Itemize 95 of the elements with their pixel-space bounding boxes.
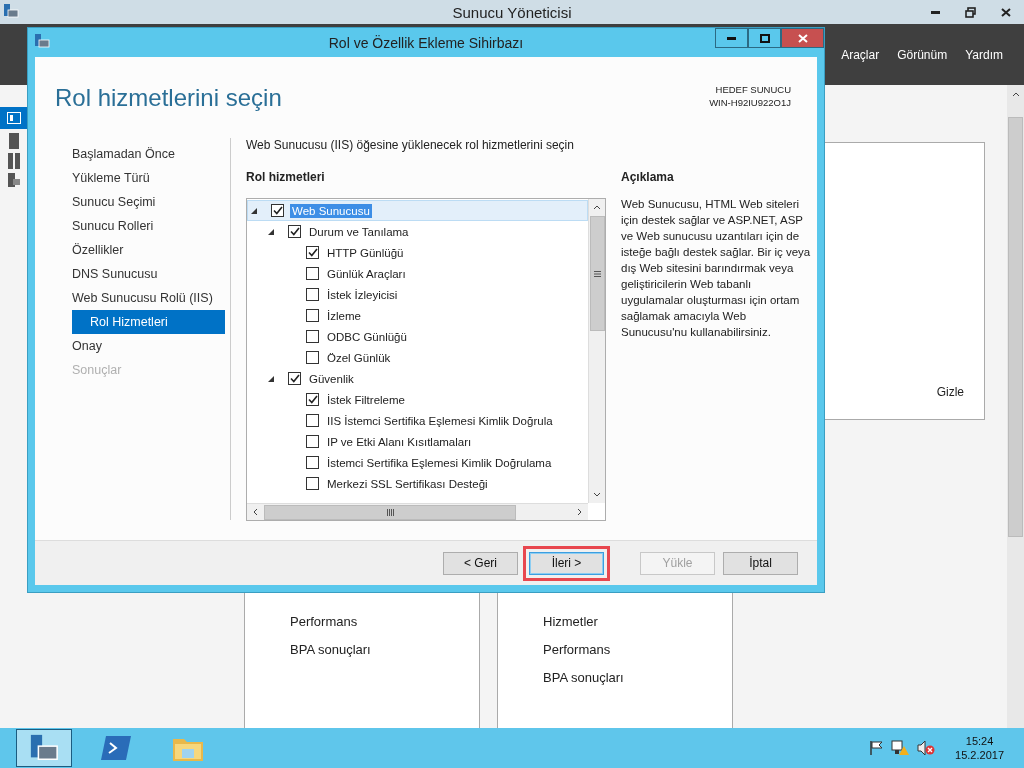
checkbox[interactable] xyxy=(306,414,319,427)
checkbox[interactable] xyxy=(306,309,319,322)
checkbox[interactable] xyxy=(306,351,319,364)
server-manager-icon xyxy=(29,733,59,763)
target-server-name: WIN-H92IU922O1J xyxy=(709,96,791,109)
speaker-muted-icon[interactable] xyxy=(917,740,936,756)
checkbox[interactable] xyxy=(306,246,319,259)
grip-icon xyxy=(593,270,601,277)
server-manager-icon xyxy=(3,2,19,19)
scrollbar[interactable] xyxy=(1007,85,1024,728)
wizard-step[interactable]: Sunucu Seçimi xyxy=(35,190,230,214)
description-text: Web Sunucusu, HTML Web siteleri için destek sağlar ve ASP.NET, ASP ve Web sunucusu uzantıları için de isteğe bağlı destek sağlar. Bir iç veya dış Web sitesini barındırmak veya geliştiricilerin Web tabanlı uygulamalar oluşturması için ortam sağlamak amacıyla Web Sunucusu'nu kullanabilirsiniz. xyxy=(621,197,811,340)
minimize-button[interactable] xyxy=(715,28,748,48)
tile-link[interactable]: BPA sonuçları xyxy=(290,636,479,664)
tree-item-label[interactable]: IP ve Etki Alanı Kısıtlamaları xyxy=(325,434,474,449)
window-title: Sunucu Yöneticisi xyxy=(452,3,572,21)
tree-item-label[interactable]: Günlük Araçları xyxy=(325,266,408,281)
wizard-step[interactable]: Onay xyxy=(35,334,230,358)
clock-date: 15.2.2017 xyxy=(955,748,1004,762)
wizard-step[interactable]: Özellikler xyxy=(35,238,230,262)
wizard-step[interactable]: Başlamadan Önce xyxy=(35,142,230,166)
wizard-step[interactable]: DNS Sunucusu xyxy=(35,262,230,286)
vertical-scrollbar[interactable] xyxy=(588,199,605,503)
sidebar-item[interactable] xyxy=(0,107,27,129)
tile-link[interactable]: BPA sonuçları xyxy=(543,664,732,692)
checkbox[interactable] xyxy=(306,288,319,301)
horizontal-scrollbar[interactable] xyxy=(247,503,588,520)
tree-item-label[interactable]: IIS İstemci Sertifika Eşlemesi Kimlik Doğrula xyxy=(325,413,555,428)
expander-icon[interactable] xyxy=(267,227,275,236)
flag-icon[interactable] xyxy=(869,740,884,756)
close-button[interactable] xyxy=(781,28,824,48)
scroll-up-icon[interactable] xyxy=(593,205,601,210)
wizard-icon xyxy=(34,33,50,49)
server-role-icon[interactable] xyxy=(7,173,20,187)
checkbox[interactable] xyxy=(306,477,319,490)
scroll-up-icon[interactable] xyxy=(1011,92,1020,97)
scroll-down-icon[interactable] xyxy=(593,492,601,497)
tile-link[interactable]: Performans xyxy=(543,636,732,664)
checkbox[interactable] xyxy=(306,393,319,406)
minimize-icon xyxy=(931,10,940,14)
description-heading: Açıklama xyxy=(621,170,675,184)
servers-icon[interactable] xyxy=(7,153,20,169)
menu-item[interactable]: Yardım xyxy=(956,47,1012,62)
tree-item-label[interactable]: Merkezi SSL Sertifikası Desteği xyxy=(325,476,490,491)
checkbox[interactable] xyxy=(306,435,319,448)
tree-item-label[interactable]: ODBC Günlüğü xyxy=(325,329,409,344)
taskbar-button[interactable] xyxy=(16,729,72,767)
scroll-left-icon[interactable] xyxy=(253,508,258,516)
tree-item-label[interactable]: Güvenlik xyxy=(307,371,356,386)
checkbox[interactable] xyxy=(306,456,319,469)
grip-icon xyxy=(386,508,394,516)
checkbox[interactable] xyxy=(306,267,319,280)
maximize-icon xyxy=(759,33,770,43)
tree-item-label[interactable]: HTTP Günlüğü xyxy=(325,245,406,260)
restore-icon xyxy=(965,6,976,18)
network-warning-icon[interactable] xyxy=(891,740,910,756)
maximize-button[interactable] xyxy=(748,28,781,48)
wizard-button[interactable]: < Geri xyxy=(443,551,518,575)
page-heading: Rol hizmetlerini seçin xyxy=(55,84,282,113)
close-icon xyxy=(797,33,808,43)
tree-item-label[interactable]: Özel Günlük xyxy=(325,350,393,365)
instruction-text: Web Sunucusu (IIS) öğesine yüklenecek rol hizmetlerini seçin xyxy=(246,138,575,152)
wizard-title: Rol ve Özellik Ekleme Sihirbazı xyxy=(328,34,524,51)
server-icon[interactable] xyxy=(8,133,19,149)
checkbox[interactable] xyxy=(271,204,284,217)
checkbox[interactable] xyxy=(306,330,319,343)
hide-link[interactable]: Gizle xyxy=(936,385,964,399)
close-icon xyxy=(1000,7,1011,17)
minimize-icon xyxy=(727,36,736,40)
expander-icon[interactable] xyxy=(267,374,275,383)
checkbox[interactable] xyxy=(288,372,301,385)
wizard-button[interactable]: İptal xyxy=(723,551,798,575)
tile-link[interactable]: Hizmetler xyxy=(543,608,732,636)
tree-item-label[interactable]: İstek Filtreleme xyxy=(325,392,407,407)
wizard-step[interactable]: Sunucu Rolleri xyxy=(35,214,230,238)
tile-link[interactable]: Performans xyxy=(290,608,479,636)
wizard-button[interactable]: İleri > xyxy=(529,551,604,575)
tree-heading: Rol hizmetleri xyxy=(246,170,326,184)
wizard-step[interactable]: Yükleme Türü xyxy=(35,166,230,190)
clock[interactable]: 15:24 15.2.2017 xyxy=(955,734,1004,762)
dashboard-icon xyxy=(6,112,21,124)
clock-time: 15:24 xyxy=(965,734,994,748)
tree-item-label[interactable]: İzleme xyxy=(325,308,363,323)
tree-item-label[interactable]: İstek İzleyicisi xyxy=(325,287,400,302)
tree-item-label[interactable]: Durum ve Tanılama xyxy=(307,224,411,239)
tree-item-label[interactable]: İstemci Sertifika Eşlemesi Kimlik Doğrulama xyxy=(325,455,554,470)
checkbox[interactable] xyxy=(288,225,301,238)
menu-item[interactable]: Görünüm xyxy=(888,47,957,62)
wizard-step[interactable]: Rol Hizmetleri xyxy=(72,310,225,334)
powershell-icon xyxy=(100,734,132,762)
expander-icon[interactable] xyxy=(250,206,258,215)
wizard-step[interactable]: Web Sunucusu Rolü (IIS) xyxy=(35,286,230,310)
target-server-label: HEDEF SUNUCU xyxy=(715,83,791,96)
scroll-right-icon[interactable] xyxy=(577,508,582,516)
menu-item[interactable]: Araçlar xyxy=(832,47,889,62)
